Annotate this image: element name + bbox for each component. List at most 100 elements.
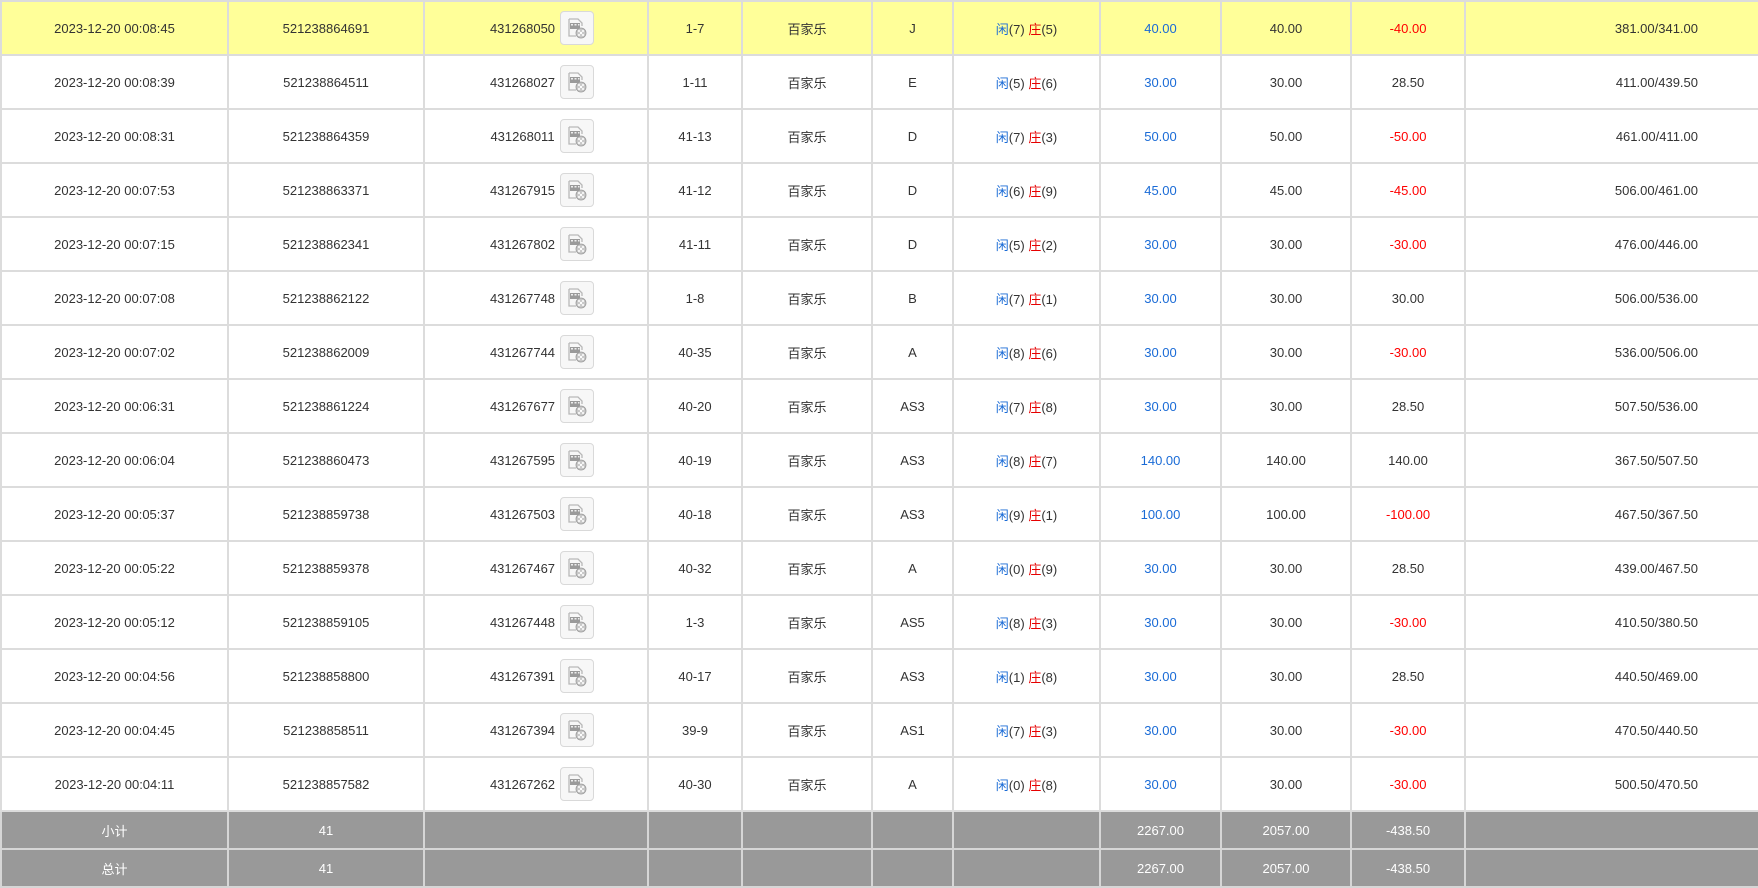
bet-time: 2023-12-20 00:08:45 (0, 0, 229, 56)
empty-cell (647, 810, 743, 850)
valid-amount: 140.00 (1220, 432, 1352, 488)
result-cell: 闲(5) 庄(2) (952, 216, 1101, 272)
table-row: 2023-12-20 00:05:12 521238859105 4312674… (0, 594, 1758, 650)
table-code: 40-32 (647, 540, 743, 596)
video-replay-icon (568, 558, 587, 579)
table-row: 2023-12-20 00:06:04 521238860473 4312675… (0, 432, 1758, 488)
win-loss: -50.00 (1350, 108, 1466, 164)
order-number: 521238857582 (227, 756, 425, 812)
bet-time: 2023-12-20 00:05:37 (0, 486, 229, 542)
bet-option: D (871, 216, 954, 272)
valid-amount: 30.00 (1220, 702, 1352, 758)
banker-label: 庄 (1028, 777, 1042, 793)
table-code: 40-20 (647, 378, 743, 434)
game-number: 431268027 (489, 74, 556, 90)
banker-label: 庄 (1028, 129, 1042, 145)
banker-score: (6) (1041, 75, 1058, 91)
valid-amount: 30.00 (1220, 756, 1352, 812)
result-cell: 闲(5) 庄(6) (952, 54, 1101, 110)
game-number-cell: 431267748 (423, 270, 649, 326)
player-score: (0) (1008, 777, 1025, 793)
banker-score: (8) (1041, 669, 1058, 685)
video-replay-button[interactable] (560, 713, 595, 747)
game-type: 百家乐 (741, 378, 873, 434)
table-row: 2023-12-20 00:04:11 521238857582 4312672… (0, 756, 1758, 812)
win-loss: 140.00 (1350, 432, 1466, 488)
bet-time: 2023-12-20 00:08:31 (0, 108, 229, 164)
video-replay-icon (568, 720, 587, 741)
video-replay-button[interactable] (560, 227, 595, 261)
video-replay-button[interactable] (560, 551, 595, 585)
banker-label: 庄 (1028, 561, 1042, 577)
valid-amount: 30.00 (1220, 216, 1352, 272)
bet-option: D (871, 162, 954, 218)
table-row: 2023-12-20 00:05:37 521238859738 4312675… (0, 486, 1758, 542)
win-loss: 28.50 (1350, 54, 1466, 110)
bet-amount: 140.00 (1099, 432, 1222, 488)
video-replay-icon (568, 612, 587, 633)
video-replay-button[interactable] (560, 389, 595, 423)
bet-time: 2023-12-20 00:04:45 (0, 702, 229, 758)
empty-cell (952, 810, 1101, 850)
video-replay-icon (568, 234, 587, 255)
game-number-cell: 431267467 (423, 540, 649, 596)
game-number: 431267467 (489, 560, 556, 576)
empty-cell (741, 810, 873, 850)
order-number: 521238859105 (227, 594, 425, 650)
banker-score: (1) (1041, 507, 1058, 523)
result-cell: 闲(9) 庄(1) (952, 486, 1101, 542)
video-replay-button[interactable] (560, 659, 595, 693)
table-row: 2023-12-20 00:07:02 521238862009 4312677… (0, 324, 1758, 380)
video-replay-button[interactable] (560, 173, 595, 207)
player-score: (8) (1008, 345, 1025, 361)
video-replay-icon (568, 18, 587, 39)
game-type: 百家乐 (741, 540, 873, 596)
banker-label: 庄 (1028, 615, 1042, 631)
win-loss: -30.00 (1350, 756, 1466, 812)
bet-amount: 30.00 (1099, 540, 1222, 596)
game-number-cell: 431267802 (423, 216, 649, 272)
win-loss: 30.00 (1350, 270, 1466, 326)
video-replay-button[interactable] (560, 605, 595, 639)
player-score: (0) (1008, 561, 1025, 577)
player-label: 闲 (995, 129, 1009, 145)
order-number: 521238859378 (227, 540, 425, 596)
player-score: (8) (1008, 615, 1025, 631)
game-type: 百家乐 (741, 702, 873, 758)
player-label: 闲 (995, 723, 1009, 739)
video-replay-icon (568, 504, 587, 525)
game-type: 百家乐 (741, 648, 873, 704)
table-code: 1-11 (647, 54, 743, 110)
valid-amount: 30.00 (1220, 648, 1352, 704)
game-number-wrap: 431267503 (490, 497, 595, 531)
bet-amount: 30.00 (1099, 324, 1222, 380)
total-row: 总计 41 2267.00 2057.00 -438.50 (0, 848, 1758, 888)
bet-option: B (871, 270, 954, 326)
video-replay-button[interactable] (560, 11, 595, 45)
empty-cell (1464, 810, 1758, 850)
game-number-cell: 431267448 (423, 594, 649, 650)
banker-score: (5) (1041, 21, 1058, 37)
summary-bet-amount: 2267.00 (1099, 848, 1222, 888)
result-cell: 闲(7) 庄(3) (952, 702, 1101, 758)
video-replay-icon (568, 666, 587, 687)
balance-before-after: 381.00/341.00 (1464, 0, 1758, 56)
order-number: 521238862341 (227, 216, 425, 272)
table-code: 41-11 (647, 216, 743, 272)
bet-amount: 30.00 (1099, 378, 1222, 434)
video-replay-button[interactable] (560, 443, 595, 477)
bet-option: AS1 (871, 702, 954, 758)
bet-time: 2023-12-20 00:05:22 (0, 540, 229, 596)
video-replay-button[interactable] (560, 335, 595, 369)
bet-time: 2023-12-20 00:07:02 (0, 324, 229, 380)
video-replay-button[interactable] (560, 767, 595, 801)
video-replay-button[interactable] (560, 281, 595, 315)
bet-amount: 30.00 (1099, 756, 1222, 812)
bet-option: A (871, 756, 954, 812)
banker-score: (8) (1041, 399, 1058, 415)
video-replay-button[interactable] (559, 119, 594, 153)
video-replay-button[interactable] (560, 497, 595, 531)
video-replay-button[interactable] (560, 65, 595, 99)
game-number-wrap: 431267677 (490, 389, 595, 423)
player-score: (9) (1008, 507, 1025, 523)
